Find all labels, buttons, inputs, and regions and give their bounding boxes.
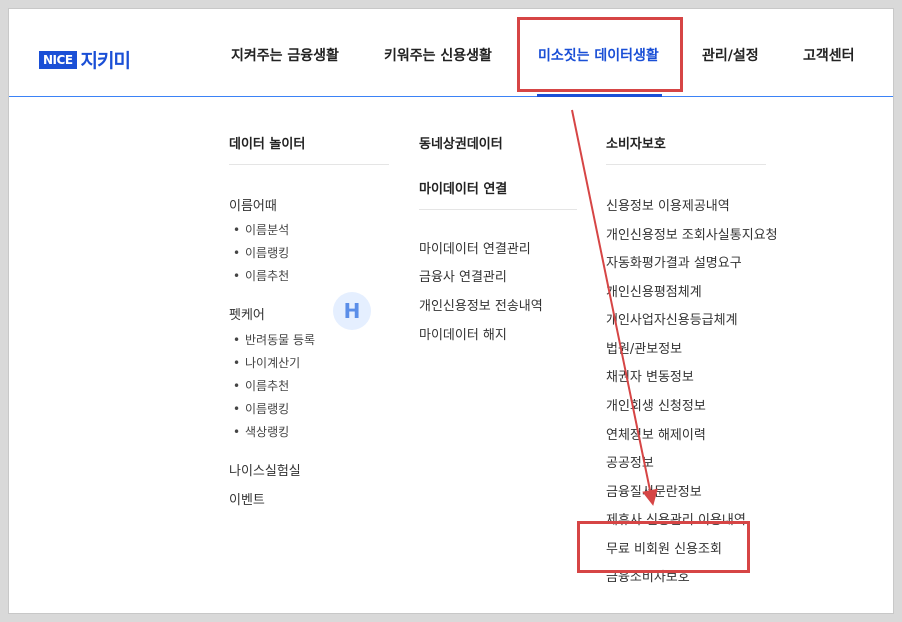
menu-item-credit-usage[interactable]: 신용정보 이용제공내역 xyxy=(606,195,730,214)
section-title-consumer-protection[interactable]: 소비자보호 xyxy=(606,133,766,152)
submenu-item[interactable]: 이름랭킹 xyxy=(233,244,289,261)
menu-item-event[interactable]: 이벤트 xyxy=(229,489,265,508)
section-title-local-commerce[interactable]: 동네상권데이터 xyxy=(419,133,577,152)
highlight-box-nav xyxy=(517,17,683,92)
menu-item-rehabilitation[interactable]: 개인회생 신청정보 xyxy=(606,395,706,414)
submenu-item[interactable]: 이름분석 xyxy=(233,221,289,238)
nav-item-financial-life[interactable]: 지켜주는 금융생활 xyxy=(231,45,339,65)
nav-item-settings[interactable]: 관리/설정 xyxy=(702,45,759,65)
nav-active-indicator xyxy=(537,94,662,97)
nav-item-customer-center[interactable]: 고객센터 xyxy=(803,45,855,65)
menu-item-name-check[interactable]: 이름어때 xyxy=(229,195,277,214)
menu-item-mydata-cancel[interactable]: 마이데이터 해지 xyxy=(419,324,507,343)
highlight-box-free-credit xyxy=(577,521,750,573)
menu-item-public-info[interactable]: 공공정보 xyxy=(606,452,654,471)
nav-item-credit-life[interactable]: 키워주는 신용생활 xyxy=(384,45,492,65)
submenu-item[interactable]: 이름추천 xyxy=(233,377,289,394)
menu-item-business-grade[interactable]: 개인사업자신용등급체계 xyxy=(606,309,738,328)
menu-item-transfer-history[interactable]: 개인신용정보 전송내역 xyxy=(419,295,543,314)
site-header: NICE 지키미 지켜주는 금융생활 키워주는 신용생활 미소짓는 데이터생활 … xyxy=(9,9,893,97)
submenu-item[interactable]: 색상랭킹 xyxy=(233,423,289,440)
menu-item-creditor-change[interactable]: 채권자 변동정보 xyxy=(606,366,694,385)
menu-item-auto-eval[interactable]: 자동화평가결과 설명요구 xyxy=(606,252,742,271)
menu-item-delinquency-release[interactable]: 연체정보 해제이력 xyxy=(606,424,706,443)
page-frame: NICE 지키미 지켜주는 금융생활 키워주는 신용생활 미소짓는 데이터생활 … xyxy=(8,8,894,614)
watermark-badge: H xyxy=(333,292,371,330)
menu-item-institution-manage[interactable]: 금융사 연결관리 xyxy=(419,266,507,285)
menu-item-inquiry-notice[interactable]: 개인신용정보 조회사실통지요청 xyxy=(606,224,778,243)
submenu-item[interactable]: 나이계산기 xyxy=(233,354,300,371)
section-title-mydata-connect[interactable]: 마이데이터 연결 xyxy=(419,178,577,197)
divider xyxy=(419,209,577,210)
submenu-item[interactable]: 반려동물 등록 xyxy=(233,331,315,348)
menu-item-court-info[interactable]: 법원/관보정보 xyxy=(606,338,682,357)
section-title-data-playground[interactable]: 데이터 놀이터 xyxy=(229,133,389,152)
menu-item-pet-care[interactable]: 펫케어 xyxy=(229,304,265,323)
divider xyxy=(606,164,766,165)
menu-column-mydata: 동네상권데이터 마이데이터 연결 xyxy=(419,133,577,210)
menu-column-data-playground: 데이터 놀이터 xyxy=(229,133,389,165)
submenu-item[interactable]: 이름추천 xyxy=(233,267,289,284)
menu-item-nice-lab[interactable]: 나이스실험실 xyxy=(229,460,301,479)
menu-item-credit-score-system[interactable]: 개인신용평점체계 xyxy=(606,281,702,300)
menu-item-financial-order[interactable]: 금융질서문란정보 xyxy=(606,481,702,500)
divider xyxy=(229,164,389,165)
menu-item-mydata-manage[interactable]: 마이데이터 연결관리 xyxy=(419,238,531,257)
submenu-item[interactable]: 이름랭킹 xyxy=(233,400,289,417)
menu-column-consumer-protection: 소비자보호 xyxy=(606,133,766,165)
main-nav: 지켜주는 금융생활 키워주는 신용생활 미소짓는 데이터생활 관리/설정 고객센… xyxy=(9,45,893,69)
